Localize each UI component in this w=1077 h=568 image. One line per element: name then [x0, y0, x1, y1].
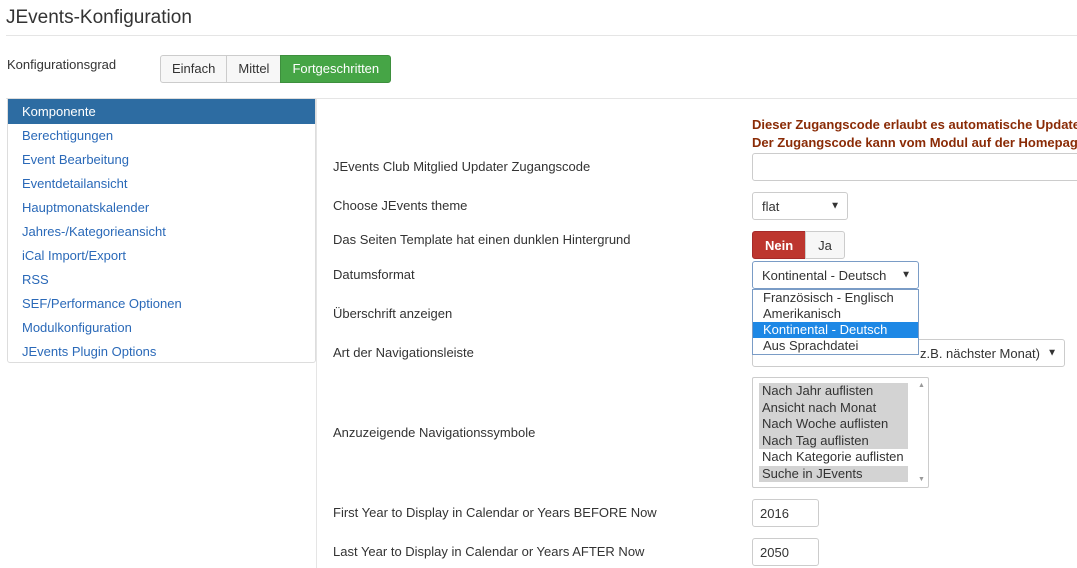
notice-line-1: Dieser Zugangscode erlaubt es automatisc… [752, 117, 1077, 132]
chevron-down-icon: ▼ [901, 269, 911, 281]
sidebar-item-jahres-kategorieansicht[interactable]: Jahres-/Kategorieansicht [8, 220, 315, 244]
notice-line-2: Der Zugangscode kann vom Modul auf der H… [752, 135, 1077, 150]
show-heading-label: Überschrift anzeigen [333, 306, 453, 321]
date-format-option-highlighted[interactable]: Kontinental - Deutsch [753, 322, 918, 338]
title-divider [6, 35, 1077, 36]
theme-select-value: flat [762, 198, 780, 214]
nav-symbol-option[interactable]: Nach Tag auflisten [759, 432, 908, 449]
scroll-down-icon[interactable]: ▼ [918, 476, 925, 483]
dark-bg-toggle: Nein Ja [752, 231, 845, 259]
sidebar-item-event-bearbeitung[interactable]: Event Bearbeitung [8, 148, 315, 172]
first-year-label: First Year to Display in Calendar or Yea… [333, 505, 657, 520]
club-code-notice: Dieser Zugangscode erlaubt es automatisc… [752, 116, 1077, 152]
last-year-label: Last Year to Display in Calendar or Year… [333, 544, 645, 559]
sidebar-item-rss[interactable]: RSS [8, 268, 315, 292]
sidebar-item-ical-import-export[interactable]: iCal Import/Export [8, 244, 315, 268]
nav-symbol-option[interactable]: Ansicht nach Monat [759, 399, 908, 416]
nav-symbols-listbox[interactable]: Nach Jahr auflisten Ansicht nach Monat N… [752, 377, 929, 488]
date-format-option[interactable]: Amerikanisch [753, 306, 918, 322]
date-format-select[interactable]: Kontinental - Deutsch ▼ [752, 261, 919, 289]
club-code-input[interactable] [752, 153, 1077, 181]
config-level-advanced-button[interactable]: Fortgeschritten [280, 55, 392, 83]
listbox-scrollbar[interactable]: ▲ ▼ [915, 378, 928, 487]
date-format-value: Kontinental - Deutsch [762, 267, 887, 283]
content-divider [316, 98, 317, 568]
chevron-down-icon: ▼ [1047, 347, 1057, 359]
nav-symbol-option[interactable]: Suche in JEvents [759, 465, 908, 482]
config-level-simple-button[interactable]: Einfach [160, 55, 228, 83]
sidebar-item-komponente[interactable]: Komponente [8, 99, 315, 124]
nav-symbol-option[interactable]: Nach Jahr auflisten [759, 383, 908, 400]
theme-label: Choose JEvents theme [333, 198, 468, 213]
chevron-down-icon: ▼ [830, 200, 840, 212]
settings-sidebar: Komponente Berechtigungen Event Bearbeit… [7, 98, 316, 363]
last-year-input[interactable] [752, 538, 819, 566]
config-level-label: Konfigurationsgrad [7, 57, 117, 72]
sidebar-item-plugin-options[interactable]: JEvents Plugin Options [8, 340, 315, 364]
page-title: JEvents-Konfiguration [6, 7, 192, 28]
sidebar-item-berechtigungen[interactable]: Berechtigungen [8, 124, 315, 148]
dark-bg-no-button[interactable]: Nein [752, 231, 807, 259]
config-level-medium-button[interactable]: Mittel [226, 55, 282, 83]
date-format-option[interactable]: Französisch - Englisch [753, 290, 918, 306]
nav-symbols-label: Anzuzeigende Navigationssymbole [333, 425, 536, 440]
date-format-option[interactable]: Aus Sprachdatei [753, 338, 918, 354]
sidebar-item-hauptmonatskalender[interactable]: Hauptmonatskalender [8, 196, 315, 220]
nav-bar-value: z.B. nächster Monat) [920, 345, 1040, 361]
scroll-up-icon[interactable]: ▲ [918, 382, 925, 389]
nav-bar-label: Art der Navigationsleiste [333, 345, 474, 360]
sidebar-item-eventdetailansicht[interactable]: Eventdetailansicht [8, 172, 315, 196]
config-level-switch: Einfach Mittel Fortgeschritten [160, 55, 392, 83]
nav-symbol-option[interactable]: Nach Kategorie auflisten [759, 449, 908, 466]
club-code-label: JEvents Club Mitglied Updater Zugangscod… [333, 159, 591, 174]
nav-symbol-option[interactable]: Nach Woche auflisten [759, 416, 908, 433]
sidebar-item-sef-performance[interactable]: SEF/Performance Optionen [8, 292, 315, 316]
sidebar-item-modulkonfiguration[interactable]: Modulkonfiguration [8, 316, 315, 340]
dark-bg-yes-button[interactable]: Ja [805, 231, 845, 259]
theme-select[interactable]: flat ▼ [752, 192, 848, 220]
dark-bg-label: Das Seiten Template hat einen dunklen Hi… [333, 232, 631, 247]
date-format-label: Datumsformat [333, 267, 415, 282]
first-year-input[interactable] [752, 499, 819, 527]
date-format-dropdown: Französisch - Englisch Amerikanisch Kont… [752, 289, 919, 355]
